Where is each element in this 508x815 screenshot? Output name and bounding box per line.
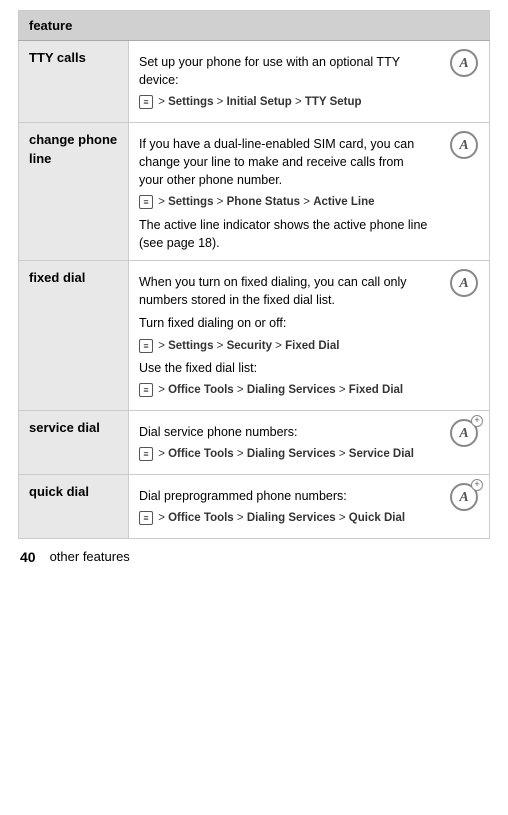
desc-text: Turn fixed dialing on or off:	[139, 314, 429, 332]
feature-description: Dial preprogrammed phone numbers: ≡ > Off…	[129, 474, 440, 538]
table-row: TTY calls Set up your phone for use with …	[19, 41, 490, 123]
table-row: quick dialDial preprogrammed phone numbe…	[19, 474, 490, 538]
feature-label: quick dial	[19, 474, 129, 538]
page-container: feature TTY calls Set up your phone for u…	[0, 0, 508, 585]
feature-description: Dial service phone numbers: ≡ > Office To…	[129, 411, 440, 475]
feature-description: When you turn on fixed dialing, you can …	[129, 261, 440, 411]
menu-path: ≡ > Office Tools > Dialing Services > Qu…	[139, 510, 429, 527]
table-row: fixed dial When you turn on fixed dialing…	[19, 261, 490, 411]
feature-icon: A	[439, 41, 490, 123]
desc-text: If you have a dual-line-enabled SIM card…	[139, 135, 429, 189]
desc-text: Set up your phone for use with an option…	[139, 53, 429, 89]
desc-text: When you turn on fixed dialing, you can …	[139, 273, 429, 309]
feature-icon: A+	[439, 474, 490, 538]
feature-label: change phone line	[19, 122, 129, 260]
feature-label: service dial	[19, 411, 129, 475]
table-row: change phone lineIf you have a dual-line…	[19, 122, 490, 260]
menu-path: ≡ > Settings > Security > Fixed Dial	[139, 338, 429, 355]
desc-text: The active line indicator shows the acti…	[139, 216, 429, 252]
feature-icon: A+	[439, 411, 490, 475]
feature-label: fixed dial	[19, 261, 129, 411]
feature-icon: A	[439, 261, 490, 411]
feature-description: Set up your phone for use with an option…	[129, 41, 440, 123]
menu-path: ≡ > Settings > Initial Setup > TTY Setup	[139, 94, 429, 111]
feature-label: TTY calls	[19, 41, 129, 123]
menu-path: ≡ > Office Tools > Dialing Services > Fi…	[139, 382, 429, 399]
table-row: service dial Dial service phone numbers: ≡…	[19, 411, 490, 475]
feature-description: If you have a dual-line-enabled SIM card…	[129, 122, 440, 260]
features-table: feature TTY calls Set up your phone for u…	[18, 10, 490, 539]
feature-icon: A	[439, 122, 490, 260]
menu-path: ≡ > Office Tools > Dialing Services > Se…	[139, 446, 429, 463]
page-footer: 40 other features	[18, 549, 490, 565]
table-header: feature	[19, 11, 490, 41]
footer-text: other features	[50, 549, 130, 564]
menu-path: ≡ > Settings > Phone Status > Active Lin…	[139, 194, 429, 211]
desc-text: Dial preprogrammed phone numbers:	[139, 487, 429, 505]
desc-text: Dial service phone numbers:	[139, 423, 429, 441]
page-number: 40	[20, 549, 36, 565]
desc-text: Use the fixed dial list:	[139, 359, 429, 377]
